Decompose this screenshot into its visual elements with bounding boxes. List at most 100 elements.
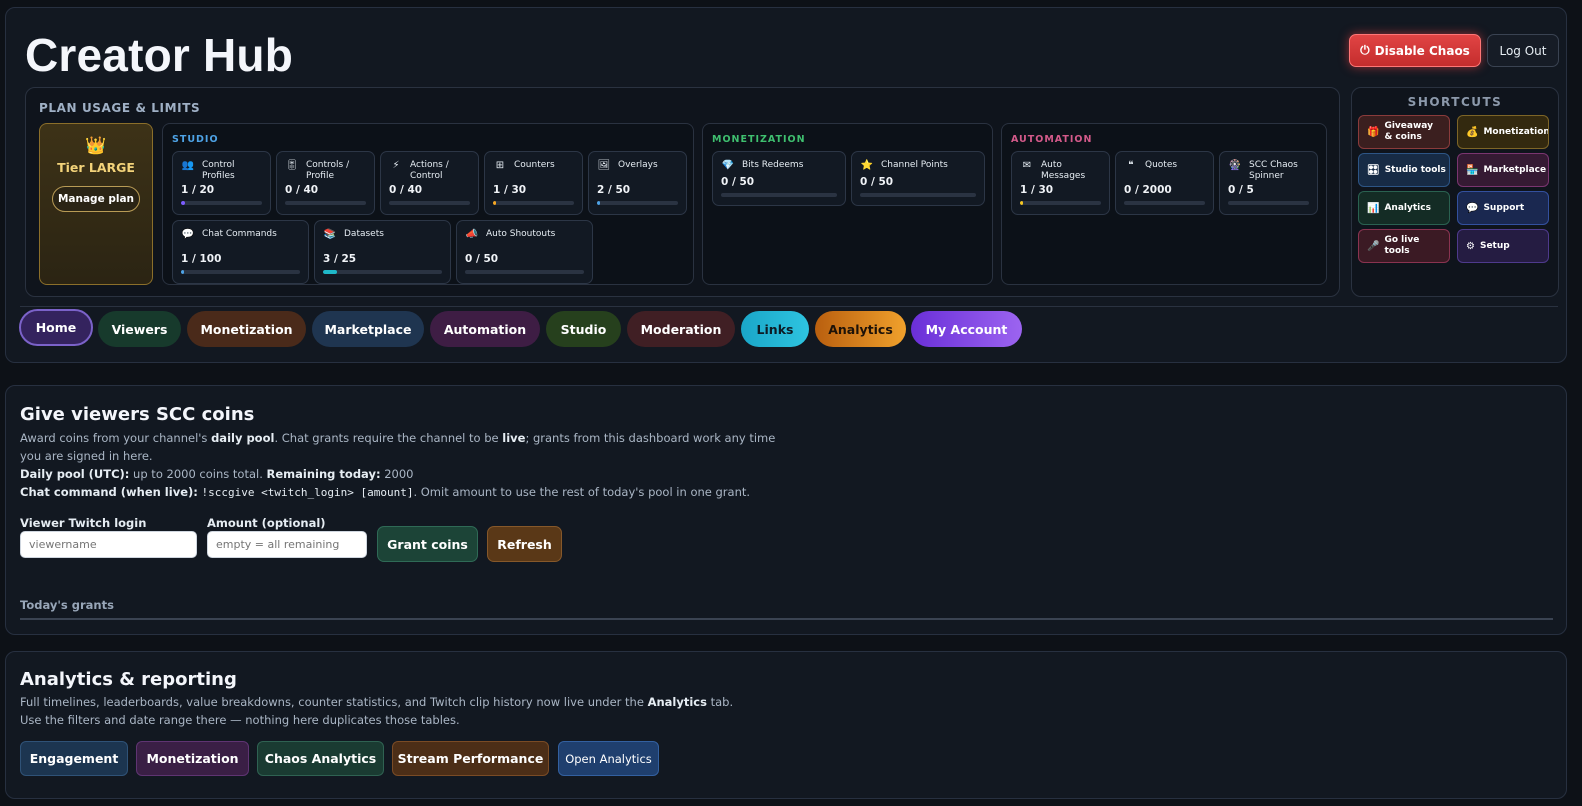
usage-label: Counters [514, 160, 555, 170]
group-label-monetization: MONETIZATION [712, 134, 806, 145]
engagement-button[interactable]: Engagement [20, 741, 128, 776]
grant-coins-button[interactable]: Grant coins [377, 526, 478, 562]
tier-name: Tier LARGE [57, 160, 135, 175]
command-code: !sccgive <twitch_login> [amount] [201, 486, 414, 499]
chat-bubble-icon: 💬 [1466, 202, 1479, 214]
gear-icon: ⚙ [1466, 240, 1475, 252]
tab-automation[interactable]: Automation [430, 311, 540, 347]
tab-links[interactable]: Links [741, 311, 809, 347]
shortcut-studio-tools[interactable]: 🎛 Studio tools [1358, 153, 1450, 187]
refresh-button[interactable]: Refresh [487, 526, 562, 562]
tab-home[interactable]: Home [19, 309, 93, 346]
usage-label: Bits Redeems [742, 160, 804, 170]
shortcut-analytics[interactable]: 📊 Analytics [1358, 191, 1450, 225]
usage-card-chat-commands: 💬 Chat Commands 1 / 100 [172, 220, 309, 284]
usage-card-channel-points: ⭐ Channel Points 0 / 50 [851, 151, 985, 206]
disable-chaos-label: Disable Chaos [1374, 43, 1470, 58]
usage-group-studio: STUDIO 👥 Control Profiles 1 / 20 🎚 Contr… [162, 123, 694, 285]
usage-bar [181, 201, 262, 205]
open-analytics-button[interactable]: Open Analytics [558, 741, 659, 776]
usage-bar-fill [597, 201, 601, 205]
stream-performance-button[interactable]: Stream Performance [392, 741, 549, 776]
usage-label: Datasets [344, 229, 384, 239]
login-label: Viewer Twitch login [20, 516, 147, 530]
page-title: Creator Hub [25, 29, 294, 81]
shortcut-label: Giveaway & coins [1384, 121, 1433, 142]
usage-card-auto-shoutouts: 📣 Auto Shoutouts 0 / 50 [456, 220, 593, 284]
usage-bar-fill [1020, 201, 1023, 205]
shortcut-giveaway[interactable]: 🎁 Giveaway & coins [1358, 115, 1450, 149]
star-icon: ⭐ [860, 160, 874, 171]
plan-usage-title: PLAN USAGE & LIMITS [39, 101, 201, 115]
usage-card-datasets: 📚 Datasets 3 / 25 [314, 220, 451, 284]
tab-studio[interactable]: Studio [546, 311, 621, 347]
usage-bar [860, 193, 976, 197]
monetization-analytics-button[interactable]: Monetization [136, 741, 249, 776]
usage-value: 0 / 50 [721, 176, 755, 188]
amount-input[interactable] [207, 531, 367, 558]
desc-text: Full timelines, leaderboards, value brea… [20, 695, 648, 709]
command-label: Chat command (when live): [20, 485, 198, 499]
usage-label: Controls / Profile [306, 160, 350, 181]
shortcut-support[interactable]: 💬 Support [1457, 191, 1549, 225]
chaos-analytics-button[interactable]: Chaos Analytics [257, 741, 384, 776]
usage-bar [493, 201, 574, 205]
usage-card-quotes: ❝ Quotes 0 / 2000 [1115, 151, 1214, 215]
analytics-panel: Analytics & reporting Full timelines, le… [5, 651, 1567, 799]
shortcut-marketplace[interactable]: 🏪 Marketplace [1457, 153, 1549, 187]
tab-monetization[interactable]: Monetization [187, 311, 306, 347]
shortcut-go-live-tools[interactable]: 🎤 Go live tools [1358, 229, 1450, 263]
money-bag-icon: 💰 [1466, 126, 1479, 138]
remaining-value: 2000 [380, 467, 414, 481]
desc-text: Award coins from your channel's [20, 431, 212, 445]
todays-grants-divider [20, 618, 1553, 620]
todays-grants-label: Today's grants [20, 598, 114, 612]
grant-title: Give viewers SCC coins [20, 404, 255, 425]
viewer-login-input[interactable] [20, 531, 197, 558]
usage-label: Auto Shoutouts [486, 229, 556, 239]
tab-viewers[interactable]: Viewers [98, 311, 181, 347]
usage-label: Auto Messages [1041, 160, 1086, 181]
usage-value: 1 / 30 [1020, 184, 1054, 196]
usage-bar [389, 201, 470, 205]
usage-group-automation: AUTOMATION ✉ Auto Messages 1 / 30 ❝ Quot… [1001, 123, 1327, 285]
usage-card-control-profiles: 👥 Control Profiles 1 / 20 [172, 151, 271, 215]
usage-card-chaos-spinner: 🎡 SCC Chaos Spinner 0 / 5 [1219, 151, 1318, 215]
plan-usage-panel: PLAN USAGE & LIMITS 👑 Tier LARGE Manage … [25, 87, 1340, 297]
disable-chaos-button[interactable]: ⏻ Disable Chaos [1349, 34, 1481, 67]
tab-marketplace[interactable]: Marketplace [312, 311, 424, 347]
usage-value: 0 / 2000 [1124, 184, 1172, 196]
usage-bar-fill [181, 270, 184, 274]
usage-value: 1 / 20 [181, 184, 215, 196]
usage-value: 0 / 40 [285, 184, 319, 196]
usage-bar [1228, 201, 1309, 205]
picture-icon: 🖼 [597, 160, 611, 171]
usage-bar [597, 201, 678, 205]
usage-bar [323, 270, 442, 274]
quote-icon: ❝ [1128, 160, 1134, 171]
shortcut-label: Go live tools [1384, 235, 1420, 256]
shortcut-label: Studio tools [1384, 164, 1446, 175]
shortcut-setup[interactable]: ⚙ Setup [1457, 229, 1549, 263]
shortcut-label: Setup [1479, 240, 1510, 251]
group-label-studio: STUDIO [172, 134, 219, 145]
tab-my-account[interactable]: My Account [911, 311, 1022, 347]
shortcuts-title: SHORTCUTS [1407, 95, 1503, 109]
shortcut-label: Monetization [1483, 126, 1549, 137]
tab-moderation[interactable]: Moderation [627, 311, 735, 347]
usage-label: Chat Commands [202, 229, 277, 239]
manage-plan-button[interactable]: Manage plan [52, 186, 140, 212]
usage-label: SCC Chaos Spinner [1249, 160, 1298, 181]
power-icon: ⏻ [1360, 43, 1370, 57]
logout-button[interactable]: Log Out [1487, 34, 1559, 67]
spinner-wheel-icon: 🎡 [1228, 160, 1242, 171]
usage-label: Actions / Control [410, 160, 449, 181]
usage-bar [1124, 201, 1205, 205]
tab-analytics[interactable]: Analytics [815, 311, 906, 347]
grid-icon: ⊞ [495, 160, 505, 171]
usage-card-bits-redeems: 💎 Bits Redeems 0 / 50 [712, 151, 846, 206]
analytics-title: Analytics & reporting [20, 669, 237, 690]
usage-card-auto-messages: ✉ Auto Messages 1 / 30 [1011, 151, 1110, 215]
shortcut-monetization[interactable]: 💰 Monetization [1457, 115, 1549, 149]
usage-value: 0 / 50 [465, 253, 499, 265]
